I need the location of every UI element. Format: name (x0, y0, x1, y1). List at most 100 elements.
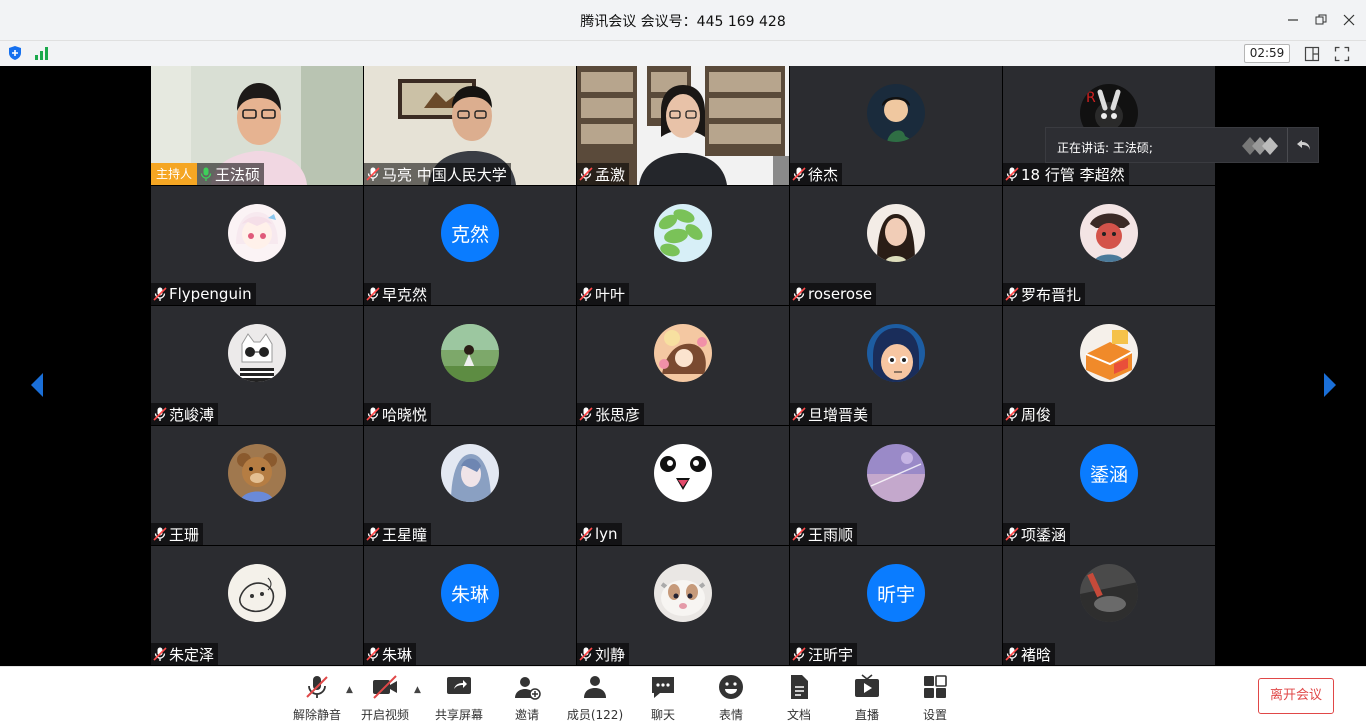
participant-name: lyn (595, 525, 618, 543)
video-label: 开启视频 (360, 708, 409, 722)
participant-name: 汪昕宇 (808, 645, 854, 664)
security-shield-icon[interactable] (7, 45, 23, 61)
participant-name-bar: 褚晗 (1003, 643, 1056, 665)
participant-name: Flypenguin (169, 285, 252, 303)
apps-grid-icon (924, 675, 947, 698)
video-options-caret[interactable]: ▲ (414, 685, 421, 695)
participant-tile[interactable]: 昕宇 汪昕宇 (790, 546, 1002, 665)
participant-tile[interactable]: 朱琳 朱琳 (364, 546, 576, 665)
docs-label: 文档 (786, 708, 811, 722)
participant-avatar (441, 324, 499, 382)
status-bar: 02:59 (0, 40, 1366, 66)
participant-tile[interactable]: 罗布晋扎 (1003, 186, 1215, 305)
microphone-muted-icon (1005, 527, 1019, 541)
participant-tile[interactable]: 张思彦 (577, 306, 789, 425)
host-badge: 主持人 (151, 163, 198, 185)
participant-name-bar: 王星瞳 (364, 523, 432, 545)
participant-tile[interactable]: 范峻溥 (151, 306, 363, 425)
mute-button[interactable]: 解除静音 (287, 673, 347, 725)
members-button[interactable]: 成员(122) (565, 673, 625, 725)
participant-name: 褚晗 (1021, 645, 1052, 664)
mute-options-caret[interactable]: ▲ (346, 685, 353, 695)
restore-button[interactable] (1311, 10, 1331, 30)
participant-name: 朱琳 (382, 645, 413, 664)
participant-tile[interactable]: 马亮 中国人民大学 (364, 66, 576, 185)
members-icon (584, 676, 606, 698)
participant-tile[interactable]: roserose (790, 186, 1002, 305)
participant-name-bar: 刘静 (577, 643, 630, 665)
participant-avatar: 朱琳 (441, 564, 499, 622)
microphone-muted-icon (579, 407, 593, 421)
participant-name-bar: 叶叶 (577, 283, 630, 305)
participant-tile[interactable]: 哈晓悦 (364, 306, 576, 425)
start-video-button[interactable]: 开启视频 (355, 673, 415, 725)
participant-name-bar: roserose (790, 283, 877, 305)
participant-avatar (1080, 564, 1138, 622)
microphone-muted-icon (366, 647, 380, 661)
fullscreen-icon[interactable] (1334, 46, 1350, 62)
participant-tile[interactable]: 王珊 (151, 426, 363, 545)
close-button[interactable] (1339, 10, 1359, 30)
invite-user-icon (515, 677, 541, 700)
participant-tile[interactable]: 徐杰 (790, 66, 1002, 185)
leave-meeting-button[interactable]: 离开会议 (1258, 678, 1334, 714)
participant-avatar (867, 84, 925, 142)
documents-button[interactable]: 文档 (769, 673, 829, 725)
microphone-muted-icon (1005, 407, 1019, 421)
microphone-icon (200, 167, 212, 181)
previous-page-arrow-icon[interactable] (27, 371, 47, 399)
return-arrow-icon[interactable] (1296, 138, 1312, 152)
participant-tile[interactable]: Flypenguin (151, 186, 363, 305)
reactions-button[interactable]: 表情 (701, 673, 761, 725)
signal-strength-icon[interactable] (33, 45, 51, 61)
invite-button[interactable]: 邀请 (497, 673, 557, 725)
participant-name: 叶叶 (595, 285, 626, 304)
participant-tile[interactable]: 主持人 王法硕 (151, 66, 363, 185)
microphone-muted-icon (366, 287, 380, 301)
participant-tile[interactable]: 周俊 (1003, 306, 1215, 425)
next-page-arrow-icon[interactable] (1320, 371, 1340, 399)
participant-name: 罗布晋扎 (1021, 285, 1082, 304)
chat-button[interactable]: 聊天 (633, 673, 693, 725)
layout-icon[interactable] (1304, 46, 1320, 62)
chat-icon (652, 677, 674, 698)
participant-name: 马亮 中国人民大学 (382, 165, 507, 184)
participant-tile[interactable]: 鋈涵 项鋈涵 (1003, 426, 1215, 545)
participant-name-bar: Flypenguin (151, 283, 256, 305)
participant-tile[interactable]: 褚晗 (1003, 546, 1215, 665)
participant-tile[interactable]: 叶叶 (577, 186, 789, 305)
microphone-muted-icon (366, 527, 380, 541)
mute-label: 解除静音 (292, 708, 341, 722)
settings-label: 设置 (922, 708, 947, 722)
participant-tile[interactable]: 王星瞳 (364, 426, 576, 545)
participant-name: 徐杰 (808, 165, 839, 184)
participant-tile[interactable]: 朱定泽 (151, 546, 363, 665)
speaking-label: 正在讲话: 王法硕; (1057, 141, 1153, 155)
minimize-button[interactable] (1283, 10, 1303, 30)
settings-button[interactable]: 设置 (905, 673, 965, 725)
participant-tile[interactable]: 刘静 (577, 546, 789, 665)
microphone-muted-icon (366, 167, 380, 181)
invite-label: 邀请 (514, 708, 539, 722)
microphone-muted-icon (306, 676, 328, 698)
microphone-muted-icon (1005, 167, 1019, 181)
participant-tile[interactable]: 孟激 (577, 66, 789, 185)
participant-tile[interactable]: 克然 早克然 (364, 186, 576, 305)
microphone-muted-icon (579, 287, 593, 301)
live-stream-button[interactable]: 直播 (837, 673, 897, 725)
participant-name: 朱定泽 (169, 645, 215, 664)
microphone-muted-icon (792, 647, 806, 661)
avatar-initials: 鋈涵 (1089, 463, 1128, 486)
participant-tile[interactable]: 王雨顺 (790, 426, 1002, 545)
share-screen-button[interactable]: 共享屏幕 (429, 673, 489, 725)
participant-tile[interactable]: 旦增晋美 (790, 306, 1002, 425)
participant-name-bar: 孟激 (577, 163, 630, 185)
participant-name-bar: lyn (577, 523, 622, 545)
participant-tile[interactable]: lyn (577, 426, 789, 545)
participant-avatar: 克然 (441, 204, 499, 262)
microphone-muted-icon (792, 407, 806, 421)
participant-name-bar: 主持人 王法硕 (151, 163, 265, 185)
participant-name-bar: 王雨顺 (790, 523, 858, 545)
participant-name-bar: 汪昕宇 (790, 643, 858, 665)
participant-tile[interactable]: R 18 行管 李超然 (1003, 66, 1215, 185)
